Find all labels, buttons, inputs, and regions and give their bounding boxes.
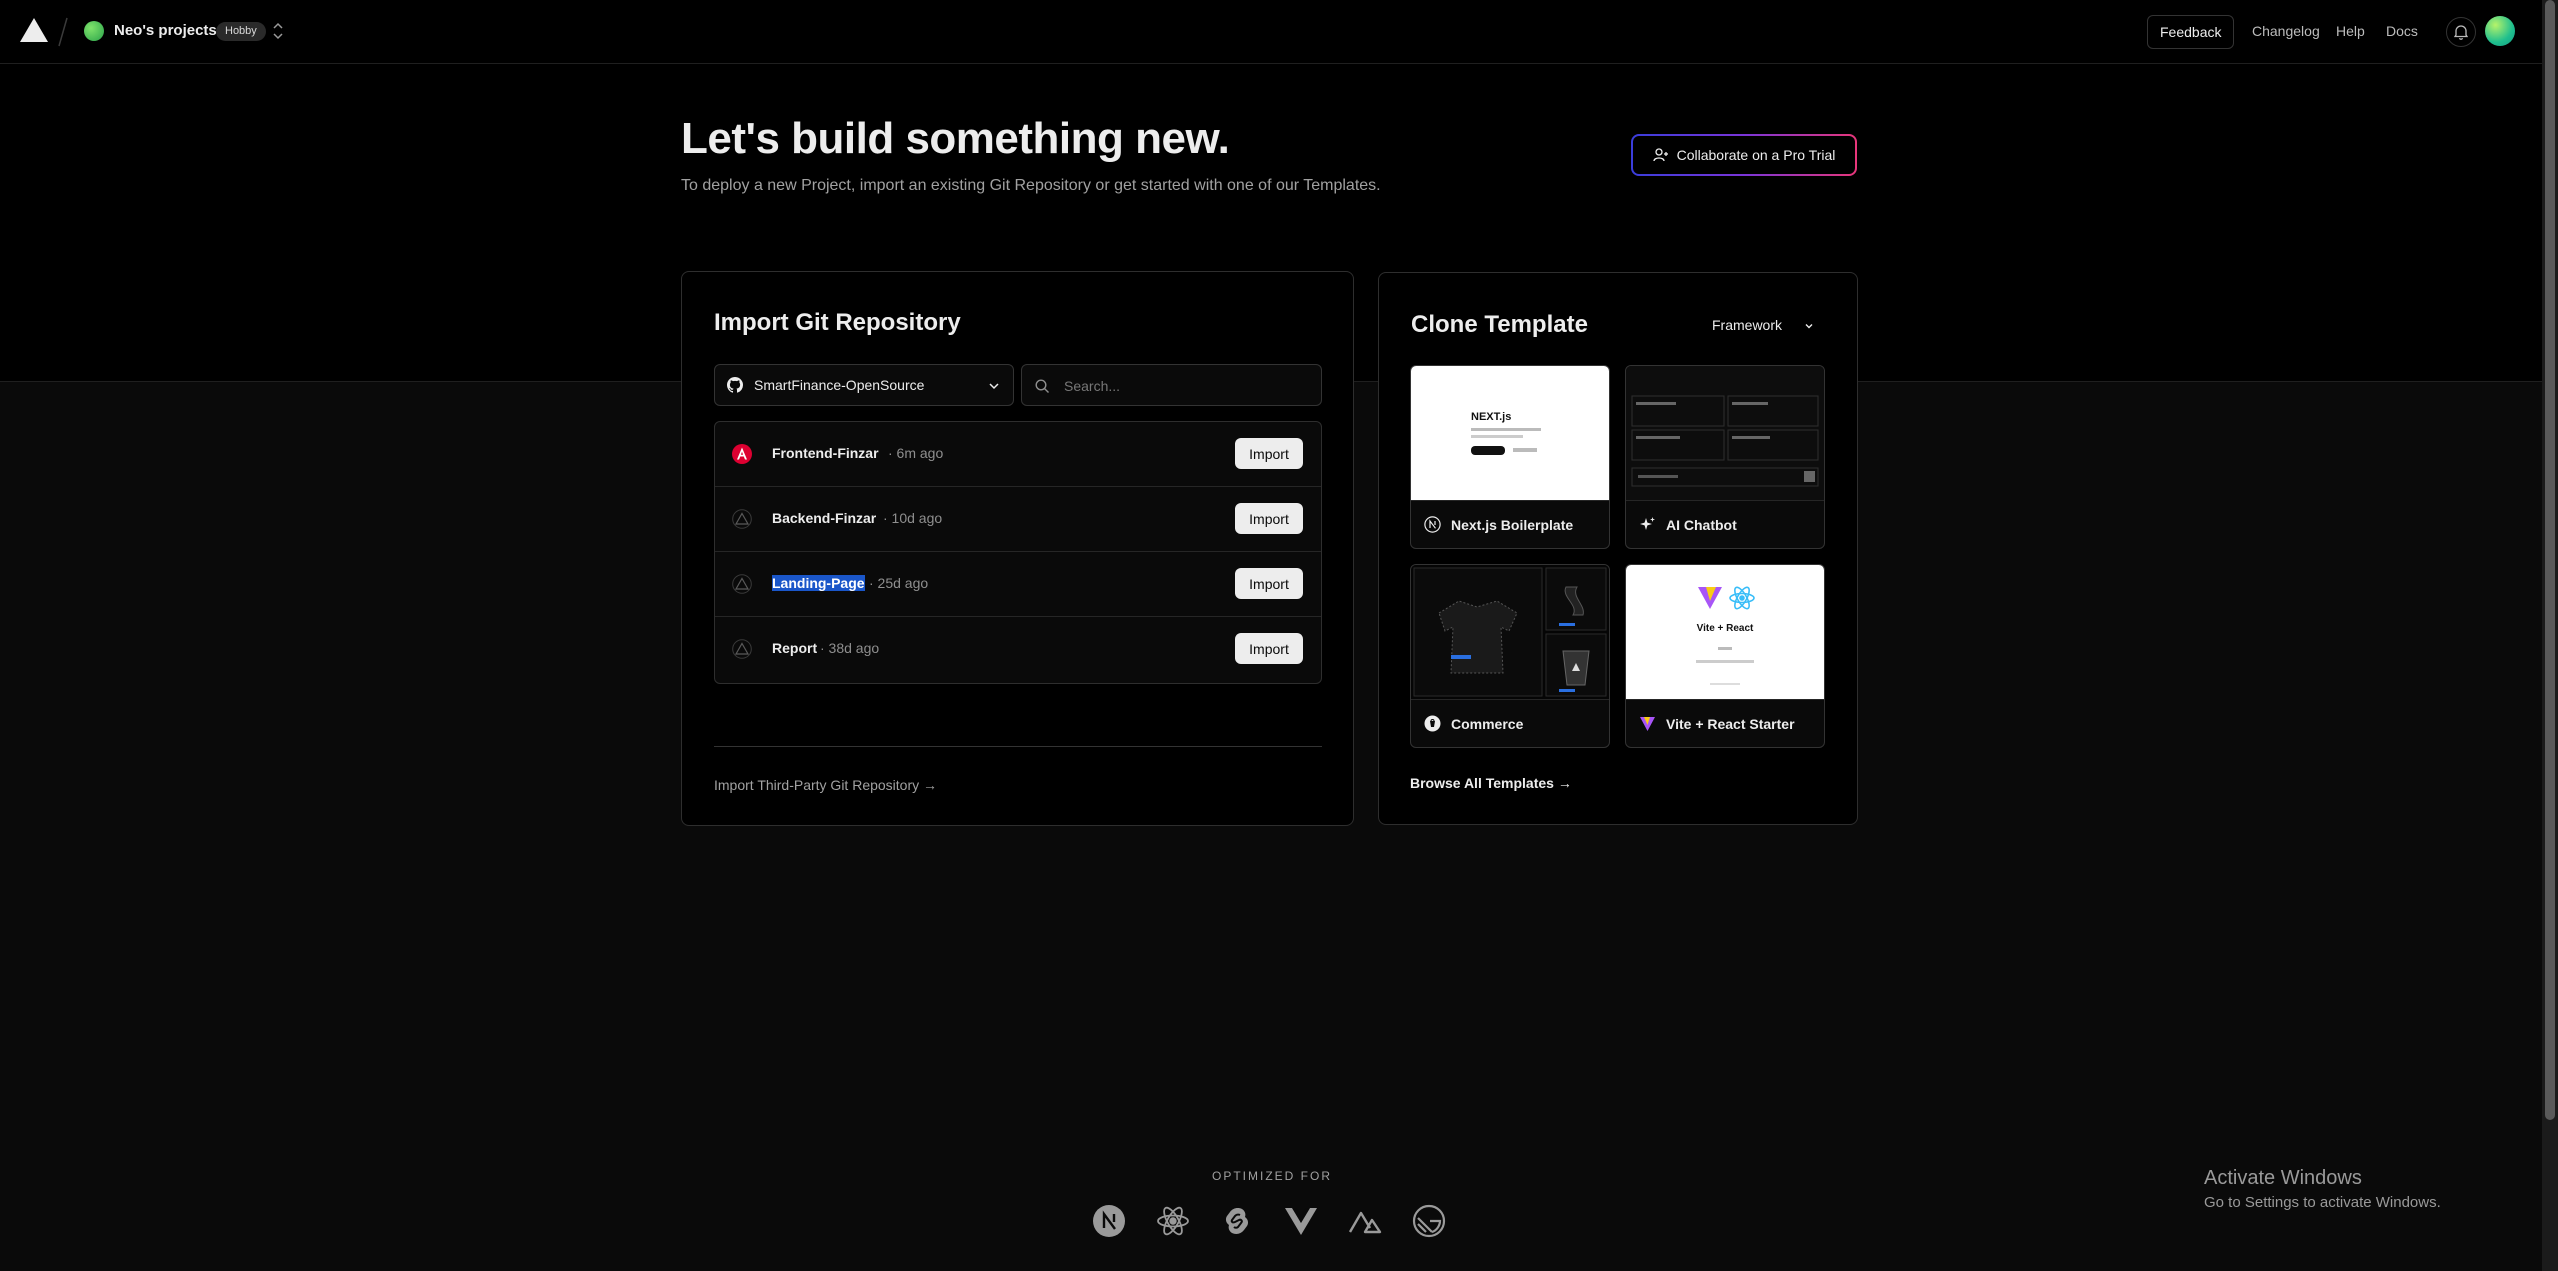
template-card-vite-react[interactable]: Vite + React Vite + React Starter bbox=[1625, 564, 1825, 748]
repository-updated: · 6m ago bbox=[888, 445, 944, 461]
template-thumbnail bbox=[1626, 366, 1824, 500]
changelog-link[interactable]: Changelog bbox=[2252, 23, 2320, 39]
template-thumbnail: Vite + React bbox=[1626, 565, 1824, 699]
template-name: AI Chatbot bbox=[1666, 517, 1737, 533]
commerce-icon bbox=[1424, 715, 1441, 732]
git-scope-select[interactable]: SmartFinance-OpenSource bbox=[714, 364, 1014, 406]
repository-row[interactable]: Landing-Page · 25d ago Import bbox=[715, 552, 1321, 617]
repository-name: Report bbox=[772, 640, 818, 656]
svelte-icon bbox=[1225, 1208, 1249, 1234]
chevron-down-icon bbox=[1805, 324, 1813, 329]
import-git-repository-panel: Import Git Repository SmartFinance-OpenS… bbox=[681, 271, 1354, 826]
import-button[interactable]: Import bbox=[1235, 438, 1303, 469]
template-thumbnail bbox=[1411, 565, 1609, 699]
browse-all-templates-link[interactable]: Browse All Templates → bbox=[1410, 775, 1572, 791]
top-navigation: Neo's projects Hobby Feedback Changelog … bbox=[0, 0, 2542, 64]
repository-row[interactable]: Backend-Finzar · 10d ago Import bbox=[715, 487, 1321, 552]
repository-name: Landing-Page bbox=[772, 575, 865, 591]
import-third-party-link[interactable]: Import Third-Party Git Repository → bbox=[714, 777, 937, 793]
vite-react-preview-icon: Vite + React bbox=[1696, 586, 1755, 685]
repository-list: Frontend-Finzar · 6m ago Import Backend-… bbox=[714, 421, 1322, 684]
notifications-button[interactable] bbox=[2446, 17, 2476, 47]
triangle-icon bbox=[732, 639, 752, 659]
activate-windows-watermark: Activate Windows Go to Settings to activ… bbox=[2204, 1167, 2441, 1211]
nextjs-preview-icon: NEXT.js bbox=[1471, 411, 1541, 455]
bell-icon bbox=[2454, 25, 2468, 40]
breadcrumb-separator-icon bbox=[58, 17, 68, 47]
gatsby-icon bbox=[1412, 1204, 1446, 1238]
activate-windows-subtitle: Go to Settings to activate Windows. bbox=[2204, 1194, 2441, 1211]
template-card-nextjs[interactable]: NEXT.js Next.js Boilerplate bbox=[1410, 365, 1610, 549]
import-button[interactable]: Import bbox=[1235, 633, 1303, 664]
git-scope-value: SmartFinance-OpenSource bbox=[754, 377, 925, 393]
repository-name: Backend-Finzar bbox=[772, 510, 877, 526]
team-name[interactable]: Neo's projects bbox=[114, 22, 217, 39]
pro-trial-label: Collaborate on a Pro Trial bbox=[1676, 147, 1836, 163]
framework-filter-label: Framework bbox=[1712, 317, 1783, 333]
import-button[interactable]: Import bbox=[1235, 503, 1303, 534]
triangle-icon bbox=[732, 574, 752, 594]
team-avatar[interactable] bbox=[84, 21, 104, 41]
chatbot-preview-icon bbox=[1631, 395, 1819, 487]
nuxt-icon bbox=[1348, 1211, 1382, 1234]
template-name: Commerce bbox=[1451, 716, 1524, 732]
nextjs-icon bbox=[1093, 1205, 1125, 1237]
user-avatar[interactable] bbox=[2485, 16, 2515, 46]
sparkles-icon bbox=[1640, 517, 1655, 530]
framework-filter[interactable]: Framework bbox=[1712, 317, 1813, 333]
template-card-ai-chatbot[interactable]: AI Chatbot bbox=[1625, 365, 1825, 549]
template-card-commerce[interactable]: Commerce bbox=[1410, 564, 1610, 748]
repository-row[interactable]: Frontend-Finzar · 6m ago Import bbox=[715, 422, 1321, 487]
plan-badge: Hobby bbox=[216, 22, 266, 41]
nextjs-icon bbox=[1424, 516, 1441, 533]
vite-react-title-text: Vite + React bbox=[1697, 623, 1754, 634]
repository-updated: · 10d ago bbox=[883, 510, 943, 526]
vercel-logo-icon[interactable] bbox=[20, 18, 48, 42]
divider bbox=[714, 746, 1322, 747]
vue-icon bbox=[1285, 1208, 1317, 1235]
repository-updated: · 38d ago bbox=[820, 640, 880, 656]
pro-trial-button[interactable]: Collaborate on a Pro Trial bbox=[1631, 134, 1857, 176]
search-icon bbox=[1035, 379, 1049, 393]
repository-row[interactable]: Report · 38d ago Import bbox=[715, 617, 1321, 682]
search-input[interactable] bbox=[1062, 375, 1306, 397]
angular-icon bbox=[732, 444, 752, 464]
team-switcher-icon[interactable] bbox=[270, 21, 286, 41]
clone-panel-title: Clone Template bbox=[1411, 311, 1588, 338]
template-thumbnail: NEXT.js bbox=[1411, 366, 1609, 500]
page-subtitle: To deploy a new Project, import an exist… bbox=[681, 177, 1381, 194]
repository-updated: · 25d ago bbox=[869, 575, 929, 591]
optimized-for-label: OPTIMIZED FOR bbox=[1212, 1169, 1332, 1183]
triangle-icon bbox=[732, 509, 752, 529]
help-link[interactable]: Help bbox=[2336, 23, 2365, 39]
template-name: Next.js Boilerplate bbox=[1451, 517, 1574, 533]
import-panel-title: Import Git Repository bbox=[714, 309, 961, 336]
next-logo-text: NEXT.js bbox=[1471, 411, 1511, 423]
import-button[interactable]: Import bbox=[1235, 568, 1303, 599]
clone-template-panel: Clone Template Framework NEXT.js Next.js… bbox=[1378, 272, 1858, 825]
template-name: Vite + React Starter bbox=[1666, 716, 1795, 732]
activate-windows-title: Activate Windows bbox=[2204, 1167, 2362, 1189]
feedback-button[interactable]: Feedback bbox=[2147, 15, 2235, 49]
github-icon bbox=[727, 377, 743, 393]
commerce-preview-icon bbox=[1413, 567, 1607, 697]
docs-link[interactable]: Docs bbox=[2386, 23, 2418, 39]
page-title: Let's build something new. bbox=[681, 114, 1230, 163]
react-icon bbox=[1157, 1206, 1189, 1236]
vite-icon bbox=[1640, 717, 1655, 731]
scrollbar-thumb[interactable] bbox=[2545, 0, 2555, 1120]
repository-search bbox=[1021, 364, 1322, 406]
chevron-down-icon bbox=[989, 383, 999, 390]
repository-name: Frontend-Finzar bbox=[772, 445, 879, 461]
add-user-icon bbox=[1652, 148, 1668, 162]
